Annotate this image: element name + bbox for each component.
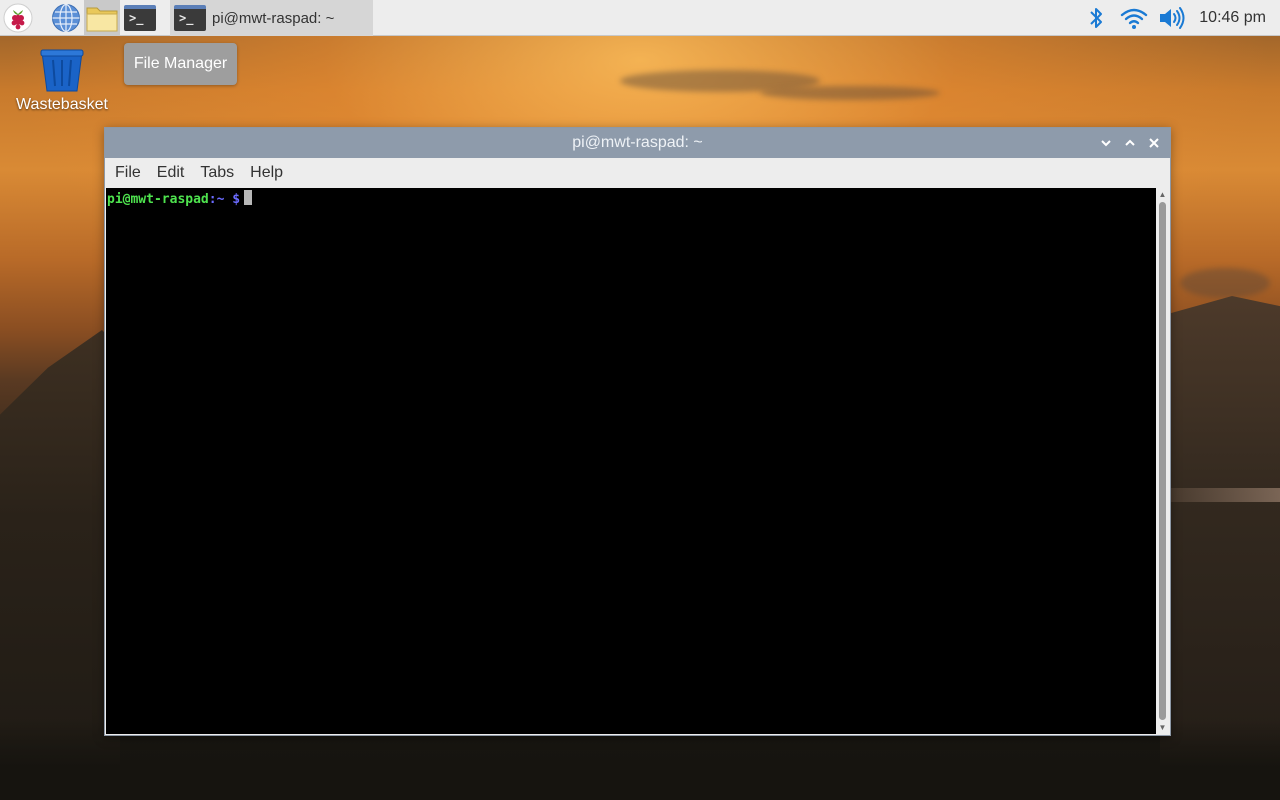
volume-icon: [1160, 7, 1185, 29]
raspberry-pi-menu-icon: [3, 3, 33, 32]
desktop-icon-wastebasket[interactable]: Wastebasket: [10, 48, 114, 120]
menubar: File Edit Tabs Help: [105, 158, 1170, 188]
file-manager-folder-icon: [86, 7, 118, 31]
clock[interactable]: 10:46 pm: [1191, 9, 1280, 27]
wallpaper-cloud: [760, 86, 940, 100]
wallpaper-cloud: [1180, 268, 1270, 298]
menu-help[interactable]: Help: [242, 164, 291, 182]
wifi-button[interactable]: [1115, 0, 1153, 36]
terminal-area[interactable]: pi@mwt-raspad:~ $: [106, 188, 1157, 734]
bluetooth-icon: [1090, 8, 1103, 28]
terminal-icon: >_: [124, 4, 156, 31]
text-cursor: [244, 190, 253, 205]
wastebasket-icon: [40, 49, 84, 92]
taskbar: >_ >_ pi@mwt-raspad: ~ 10:46 pm: [0, 0, 1280, 36]
maximize-button[interactable]: [1118, 128, 1142, 158]
window-titlebar[interactable]: pi@mwt-raspad: ~: [105, 128, 1170, 158]
window-title: pi@mwt-raspad: ~: [572, 134, 703, 151]
bluetooth-button[interactable]: [1077, 0, 1115, 36]
file-manager-button[interactable]: [84, 0, 120, 36]
terminal-glyph: >_: [129, 10, 144, 25]
wallpaper-river: [1170, 488, 1280, 502]
system-tray: 10:46 pm: [1077, 0, 1280, 36]
scroll-down-arrow-icon[interactable]: ▼: [1156, 721, 1169, 734]
menu-file[interactable]: File: [107, 164, 149, 182]
menu-edit[interactable]: Edit: [149, 164, 193, 182]
chevron-down-icon: [1101, 140, 1111, 147]
taskbar-window-button[interactable]: >_ pi@mwt-raspad: ~: [170, 0, 373, 36]
close-icon: [1149, 138, 1159, 148]
scroll-up-arrow-icon[interactable]: ▲: [1156, 188, 1169, 201]
chevron-up-icon: [1125, 139, 1135, 146]
prompt-path: :~: [208, 192, 225, 207]
raspberry-menu-button[interactable]: [0, 0, 36, 36]
window-controls: [1094, 128, 1166, 158]
terminal-launcher-button[interactable]: >_: [122, 0, 158, 36]
taskbar-window-label: pi@mwt-raspad: ~: [212, 9, 335, 27]
volume-button[interactable]: [1153, 0, 1191, 36]
web-browser-button[interactable]: [48, 0, 84, 36]
scrollbar-thumb[interactable]: [1159, 202, 1166, 720]
prompt-user: pi@mwt-raspad: [107, 192, 209, 207]
terminal-icon: >_: [174, 5, 206, 31]
minimize-button[interactable]: [1094, 128, 1118, 158]
file-manager-tooltip: File Manager: [124, 43, 237, 85]
close-button[interactable]: [1142, 128, 1166, 158]
desktop-icon-label: Wastebasket: [16, 96, 108, 113]
menu-tabs[interactable]: Tabs: [192, 164, 242, 182]
wifi-icon: [1121, 8, 1148, 29]
terminal-window: pi@mwt-raspad: ~ File Edit Tabs Help pi@…: [104, 127, 1171, 736]
terminal-glyph: >_: [179, 11, 194, 25]
terminal-scrollbar[interactable]: ▲ ▼: [1156, 188, 1169, 734]
web-browser-globe-icon: [52, 3, 80, 32]
prompt-symbol: $: [232, 192, 241, 207]
